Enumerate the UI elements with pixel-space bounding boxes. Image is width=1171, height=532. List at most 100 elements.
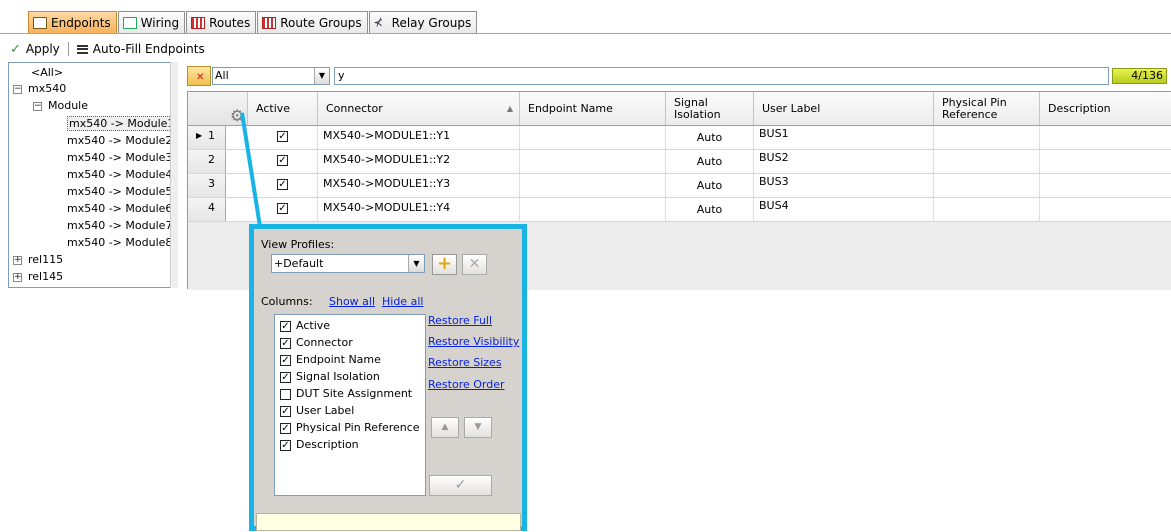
chevron-down-icon[interactable]: ▼	[314, 68, 329, 84]
apply-button[interactable]: ✓ Apply	[0, 39, 66, 59]
table-row[interactable]: 4 ✓ MX540->MODULE1::Y4 Auto BUS4	[188, 198, 1171, 222]
signal-isolation-cell[interactable]: Auto	[666, 150, 754, 173]
confirm-button[interactable]: ✓	[429, 475, 492, 496]
expand-icon[interactable]: +	[13, 272, 22, 282]
tab-endpoints[interactable]: Endpoints	[28, 11, 117, 33]
tree-item-module7[interactable]: mx540 -> Module7	[67, 218, 172, 234]
restore-sizes-link[interactable]: Restore Sizes	[428, 356, 502, 369]
active-checkbox[interactable]: ✓	[277, 130, 288, 142]
column-option-signal-isolation[interactable]: ✓ Signal Isolation	[280, 369, 380, 385]
column-option-physical-pin[interactable]: ✓ Physical Pin Reference	[280, 420, 420, 436]
tab-relay-groups[interactable]: ⊀ Relay Groups	[368, 11, 478, 33]
description-cell[interactable]	[1040, 126, 1171, 149]
physical-pin-cell[interactable]	[934, 150, 1040, 173]
description-cell[interactable]	[1040, 198, 1171, 221]
column-header-physical-pin[interactable]: Physical Pin Reference	[934, 92, 1040, 126]
column-option-description[interactable]: ✓ Description	[280, 437, 359, 453]
table-row[interactable]: 2 ✓ MX540->MODULE1::Y2 Auto BUS2	[188, 150, 1171, 174]
expand-icon[interactable]: +	[13, 255, 22, 265]
connector-cell[interactable]: MX540->MODULE1::Y4	[318, 198, 520, 221]
column-header-description[interactable]: Description	[1040, 92, 1171, 126]
add-profile-button[interactable]: +	[432, 254, 457, 275]
endpoint-name-cell[interactable]	[520, 126, 666, 149]
tree-item-module1[interactable]: mx540 -> Module1	[67, 116, 177, 132]
column-checkbox[interactable]: ✓	[280, 405, 291, 417]
column-option-dut-site[interactable]: DUT Site Assignment	[280, 386, 412, 402]
column-option-endpoint-name[interactable]: ✓ Endpoint Name	[280, 352, 381, 368]
endpoint-name-cell[interactable]	[520, 174, 666, 197]
chevron-down-icon[interactable]: ▼	[408, 255, 424, 272]
user-label-cell[interactable]: BUS1	[754, 126, 934, 149]
active-cell[interactable]: ✓	[248, 174, 318, 197]
tree-item-module2[interactable]: mx540 -> Module2	[67, 133, 172, 149]
tree-scrollbar[interactable]	[170, 62, 178, 288]
clear-filter-icon[interactable]	[187, 66, 211, 86]
active-checkbox[interactable]: ✓	[277, 178, 288, 190]
endpoint-name-cell[interactable]	[520, 198, 666, 221]
filter-scope-select[interactable]: All ▼	[212, 67, 330, 85]
move-up-button[interactable]: ▲	[431, 417, 459, 438]
tree-item-module3[interactable]: mx540 -> Module3	[67, 150, 172, 166]
active-checkbox[interactable]: ✓	[277, 154, 288, 166]
column-header-signal-isolation[interactable]: Signal Isolation	[666, 92, 754, 126]
tree-item-mx540[interactable]: − mx540	[13, 81, 66, 97]
table-row[interactable]: ▶ 1 ✓ MX540->MODULE1::Y1 Auto BUS1	[188, 126, 1171, 150]
hide-all-link[interactable]: Hide all	[382, 295, 423, 308]
row-number[interactable]: 2	[188, 150, 226, 173]
tree-item-module6[interactable]: mx540 -> Module6	[67, 201, 172, 217]
column-checkbox[interactable]: ✓	[280, 439, 291, 451]
column-header-connector[interactable]: Connector ▲	[318, 92, 520, 126]
column-header-endpoint-name[interactable]: Endpoint Name	[520, 92, 666, 126]
row-number[interactable]: ▶ 1	[188, 126, 226, 149]
tab-route-groups[interactable]: Route Groups	[257, 11, 368, 33]
signal-isolation-cell[interactable]: Auto	[666, 174, 754, 197]
user-label-cell[interactable]: BUS4	[754, 198, 934, 221]
user-label-cell[interactable]: BUS2	[754, 150, 934, 173]
signal-isolation-cell[interactable]: Auto	[666, 198, 754, 221]
physical-pin-cell[interactable]	[934, 198, 1040, 221]
tree-item-module4[interactable]: mx540 -> Module4	[67, 167, 172, 183]
collapse-icon[interactable]: −	[33, 101, 42, 111]
column-checkbox[interactable]: ✓	[280, 320, 291, 332]
delete-profile-button[interactable]: ✕	[462, 254, 487, 275]
column-option-active[interactable]: ✓ Active	[280, 318, 330, 334]
connector-cell[interactable]: MX540->MODULE1::Y2	[318, 150, 520, 173]
column-checkbox[interactable]: ✓	[280, 354, 291, 366]
tab-wiring[interactable]: Wiring	[117, 11, 186, 33]
restore-order-link[interactable]: Restore Order	[428, 378, 505, 391]
physical-pin-cell[interactable]	[934, 174, 1040, 197]
column-checkbox[interactable]	[280, 388, 291, 400]
signal-isolation-cell[interactable]: Auto	[666, 126, 754, 149]
table-row[interactable]: 3 ✓ MX540->MODULE1::Y3 Auto BUS3	[188, 174, 1171, 198]
tab-routes[interactable]: Routes	[186, 11, 257, 33]
active-cell[interactable]: ✓	[248, 126, 318, 149]
active-cell[interactable]: ✓	[248, 150, 318, 173]
show-all-link[interactable]: Show all	[329, 295, 375, 308]
connector-cell[interactable]: MX540->MODULE1::Y3	[318, 174, 520, 197]
row-number[interactable]: 3	[188, 174, 226, 197]
tree-item-all[interactable]: <All>	[31, 65, 63, 81]
tree-item-rel145[interactable]: + rel145	[13, 269, 63, 285]
column-checkbox[interactable]: ✓	[280, 371, 291, 383]
tree-item-module[interactable]: − Module	[33, 98, 88, 114]
active-checkbox[interactable]: ✓	[277, 202, 288, 214]
filter-input[interactable]: y	[334, 67, 1109, 85]
physical-pin-cell[interactable]	[934, 126, 1040, 149]
user-label-cell[interactable]: BUS3	[754, 174, 934, 197]
row-number[interactable]: 4	[188, 198, 226, 221]
column-option-connector[interactable]: ✓ Connector	[280, 335, 353, 351]
tree-item-module5[interactable]: mx540 -> Module5	[67, 184, 172, 200]
column-header-active[interactable]: Active	[248, 92, 318, 126]
restore-full-link[interactable]: Restore Full	[428, 314, 492, 327]
tree-item-module8[interactable]: mx540 -> Module8	[67, 235, 172, 251]
column-checkbox[interactable]: ✓	[280, 422, 291, 434]
connector-cell[interactable]: MX540->MODULE1::Y1	[318, 126, 520, 149]
view-profile-select[interactable]: +Default ▼	[271, 254, 425, 273]
move-down-button[interactable]: ▼	[464, 417, 492, 438]
collapse-icon[interactable]: −	[13, 84, 22, 94]
column-option-user-label[interactable]: ✓ User Label	[280, 403, 354, 419]
auto-fill-endpoints-button[interactable]: Auto-Fill Endpoints	[71, 39, 211, 59]
description-cell[interactable]	[1040, 174, 1171, 197]
description-cell[interactable]	[1040, 150, 1171, 173]
column-checkbox[interactable]: ✓	[280, 337, 291, 349]
